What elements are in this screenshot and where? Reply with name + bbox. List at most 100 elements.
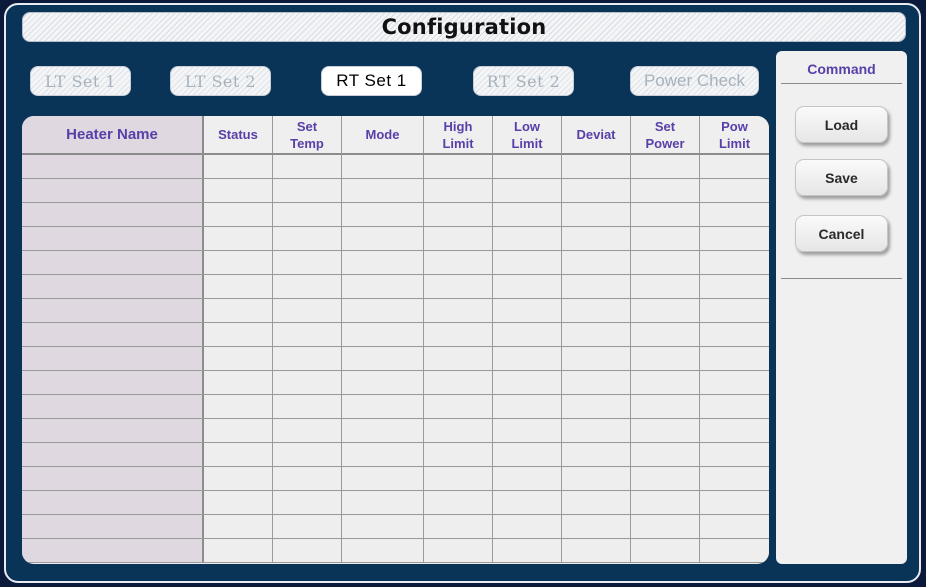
table-cell[interactable] <box>493 179 562 202</box>
table-cell[interactable] <box>273 539 342 562</box>
table-cell[interactable] <box>493 299 562 322</box>
table-cell[interactable] <box>562 467 631 490</box>
table-cell[interactable] <box>22 155 204 178</box>
table-cell[interactable] <box>342 275 424 298</box>
table-cell[interactable] <box>562 539 631 562</box>
table-row[interactable] <box>22 515 769 539</box>
table-cell[interactable] <box>700 491 769 514</box>
table-cell[interactable] <box>424 299 493 322</box>
table-cell[interactable] <box>562 227 631 250</box>
table-cell[interactable] <box>273 419 342 442</box>
table-cell[interactable] <box>493 203 562 226</box>
table-cell[interactable] <box>22 515 204 538</box>
table-row[interactable] <box>22 491 769 515</box>
table-cell[interactable] <box>342 539 424 562</box>
table-cell[interactable] <box>342 203 424 226</box>
table-cell[interactable] <box>631 491 700 514</box>
table-cell[interactable] <box>700 323 769 346</box>
table-row[interactable] <box>22 275 769 299</box>
table-cell[interactable] <box>342 251 424 274</box>
table-cell[interactable] <box>631 371 700 394</box>
table-cell[interactable] <box>22 227 204 250</box>
table-cell[interactable] <box>342 347 424 370</box>
table-row[interactable] <box>22 539 769 563</box>
table-cell[interactable] <box>700 467 769 490</box>
table-cell[interactable] <box>342 443 424 466</box>
table-cell[interactable] <box>204 227 273 250</box>
table-cell[interactable] <box>22 323 204 346</box>
table-cell[interactable] <box>424 323 493 346</box>
table-cell[interactable] <box>204 179 273 202</box>
table-cell[interactable] <box>342 491 424 514</box>
table-cell[interactable] <box>562 491 631 514</box>
table-cell[interactable] <box>493 491 562 514</box>
table-row[interactable] <box>22 227 769 251</box>
table-cell[interactable] <box>631 323 700 346</box>
tab-lt-set-1[interactable]: LT Set 1 <box>30 66 131 96</box>
table-cell[interactable] <box>273 155 342 178</box>
table-cell[interactable] <box>204 347 273 370</box>
table-cell[interactable] <box>204 251 273 274</box>
tab-rt-set-1[interactable]: RT Set 1 <box>321 66 422 96</box>
table-cell[interactable] <box>424 227 493 250</box>
table-row[interactable] <box>22 299 769 323</box>
table-cell[interactable] <box>562 515 631 538</box>
table-cell[interactable] <box>22 491 204 514</box>
table-cell[interactable] <box>562 299 631 322</box>
table-cell[interactable] <box>424 371 493 394</box>
table-cell[interactable] <box>424 251 493 274</box>
table-cell[interactable] <box>424 155 493 178</box>
table-cell[interactable] <box>493 347 562 370</box>
table-cell[interactable] <box>631 299 700 322</box>
table-cell[interactable] <box>342 419 424 442</box>
table-cell[interactable] <box>700 419 769 442</box>
table-cell[interactable] <box>22 299 204 322</box>
table-cell[interactable] <box>700 371 769 394</box>
table-cell[interactable] <box>424 419 493 442</box>
table-cell[interactable] <box>273 275 342 298</box>
table-cell[interactable] <box>700 515 769 538</box>
table-cell[interactable] <box>700 179 769 202</box>
table-cell[interactable] <box>273 443 342 466</box>
table-cell[interactable] <box>424 179 493 202</box>
table-cell[interactable] <box>424 491 493 514</box>
table-cell[interactable] <box>493 227 562 250</box>
cancel-button[interactable]: Cancel <box>795 215 888 252</box>
table-cell[interactable] <box>493 467 562 490</box>
table-cell[interactable] <box>22 395 204 418</box>
table-row[interactable] <box>22 179 769 203</box>
table-cell[interactable] <box>22 275 204 298</box>
table-row[interactable] <box>22 395 769 419</box>
load-button[interactable]: Load <box>795 106 888 143</box>
table-cell[interactable] <box>493 323 562 346</box>
tab-lt-set-2[interactable]: LT Set 2 <box>170 66 271 96</box>
table-cell[interactable] <box>424 347 493 370</box>
table-cell[interactable] <box>22 203 204 226</box>
table-cell[interactable] <box>204 155 273 178</box>
table-cell[interactable] <box>22 539 204 562</box>
table-cell[interactable] <box>22 419 204 442</box>
table-cell[interactable] <box>562 155 631 178</box>
table-cell[interactable] <box>424 203 493 226</box>
table-cell[interactable] <box>342 155 424 178</box>
table-cell[interactable] <box>273 227 342 250</box>
table-cell[interactable] <box>493 155 562 178</box>
table-cell[interactable] <box>631 227 700 250</box>
table-cell[interactable] <box>204 443 273 466</box>
table-cell[interactable] <box>562 251 631 274</box>
table-cell[interactable] <box>273 323 342 346</box>
table-cell[interactable] <box>204 467 273 490</box>
table-cell[interactable] <box>204 323 273 346</box>
table-cell[interactable] <box>22 347 204 370</box>
table-cell[interactable] <box>273 395 342 418</box>
table-cell[interactable] <box>562 179 631 202</box>
table-cell[interactable] <box>273 347 342 370</box>
tab-rt-set-2[interactable]: RT Set 2 <box>473 66 574 96</box>
table-cell[interactable] <box>493 539 562 562</box>
table-cell[interactable] <box>204 299 273 322</box>
table-cell[interactable] <box>700 203 769 226</box>
table-cell[interactable] <box>631 347 700 370</box>
table-cell[interactable] <box>342 395 424 418</box>
table-cell[interactable] <box>631 539 700 562</box>
table-cell[interactable] <box>342 323 424 346</box>
